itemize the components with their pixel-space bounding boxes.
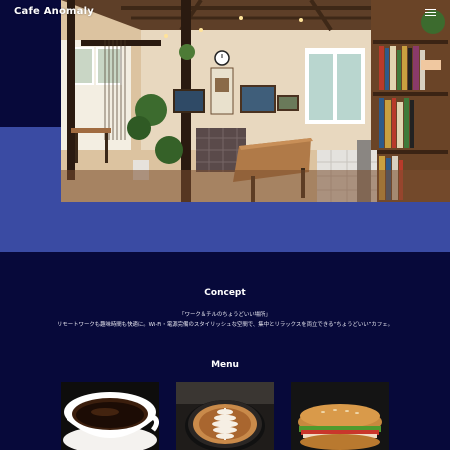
hamburger-icon[interactable] bbox=[425, 8, 438, 18]
site-header: Cafe Anomaly bbox=[0, 0, 450, 26]
hero bbox=[0, 0, 450, 252]
hamburger-line bbox=[425, 12, 436, 14]
hamburger-line bbox=[425, 9, 436, 11]
page: Cafe Anomaly Concept 「ワーク＆チルのちょうどいい場所」 リ… bbox=[0, 0, 450, 450]
cafe-interior-photo bbox=[61, 0, 450, 202]
hamburger-line bbox=[425, 15, 436, 17]
concept-tagline: 「ワーク＆チルのちょうどいい場所」 bbox=[179, 312, 271, 318]
menu-item-sandwich[interactable] bbox=[291, 382, 389, 450]
concept-section: Concept 「ワーク＆チルのちょうどいい場所」 リモートワークも趣味時間も快… bbox=[0, 288, 450, 329]
menu-item-coffee[interactable] bbox=[61, 382, 159, 450]
black-coffee-cup-photo bbox=[61, 382, 159, 450]
sandwich-photo bbox=[291, 382, 389, 450]
menu-item-latte[interactable] bbox=[176, 382, 274, 450]
concept-title: Concept bbox=[204, 288, 246, 298]
menu-section: Menu bbox=[0, 360, 450, 370]
concept-description: リモートワークも趣味時間も快適に。Wi-Fi・電源完備のスタイリッシュな空間で、… bbox=[56, 321, 393, 328]
latte-art-photo bbox=[176, 382, 274, 450]
site-logo[interactable]: Cafe Anomaly bbox=[14, 6, 94, 17]
menu-title: Menu bbox=[211, 360, 239, 370]
menu-cards bbox=[0, 382, 450, 450]
